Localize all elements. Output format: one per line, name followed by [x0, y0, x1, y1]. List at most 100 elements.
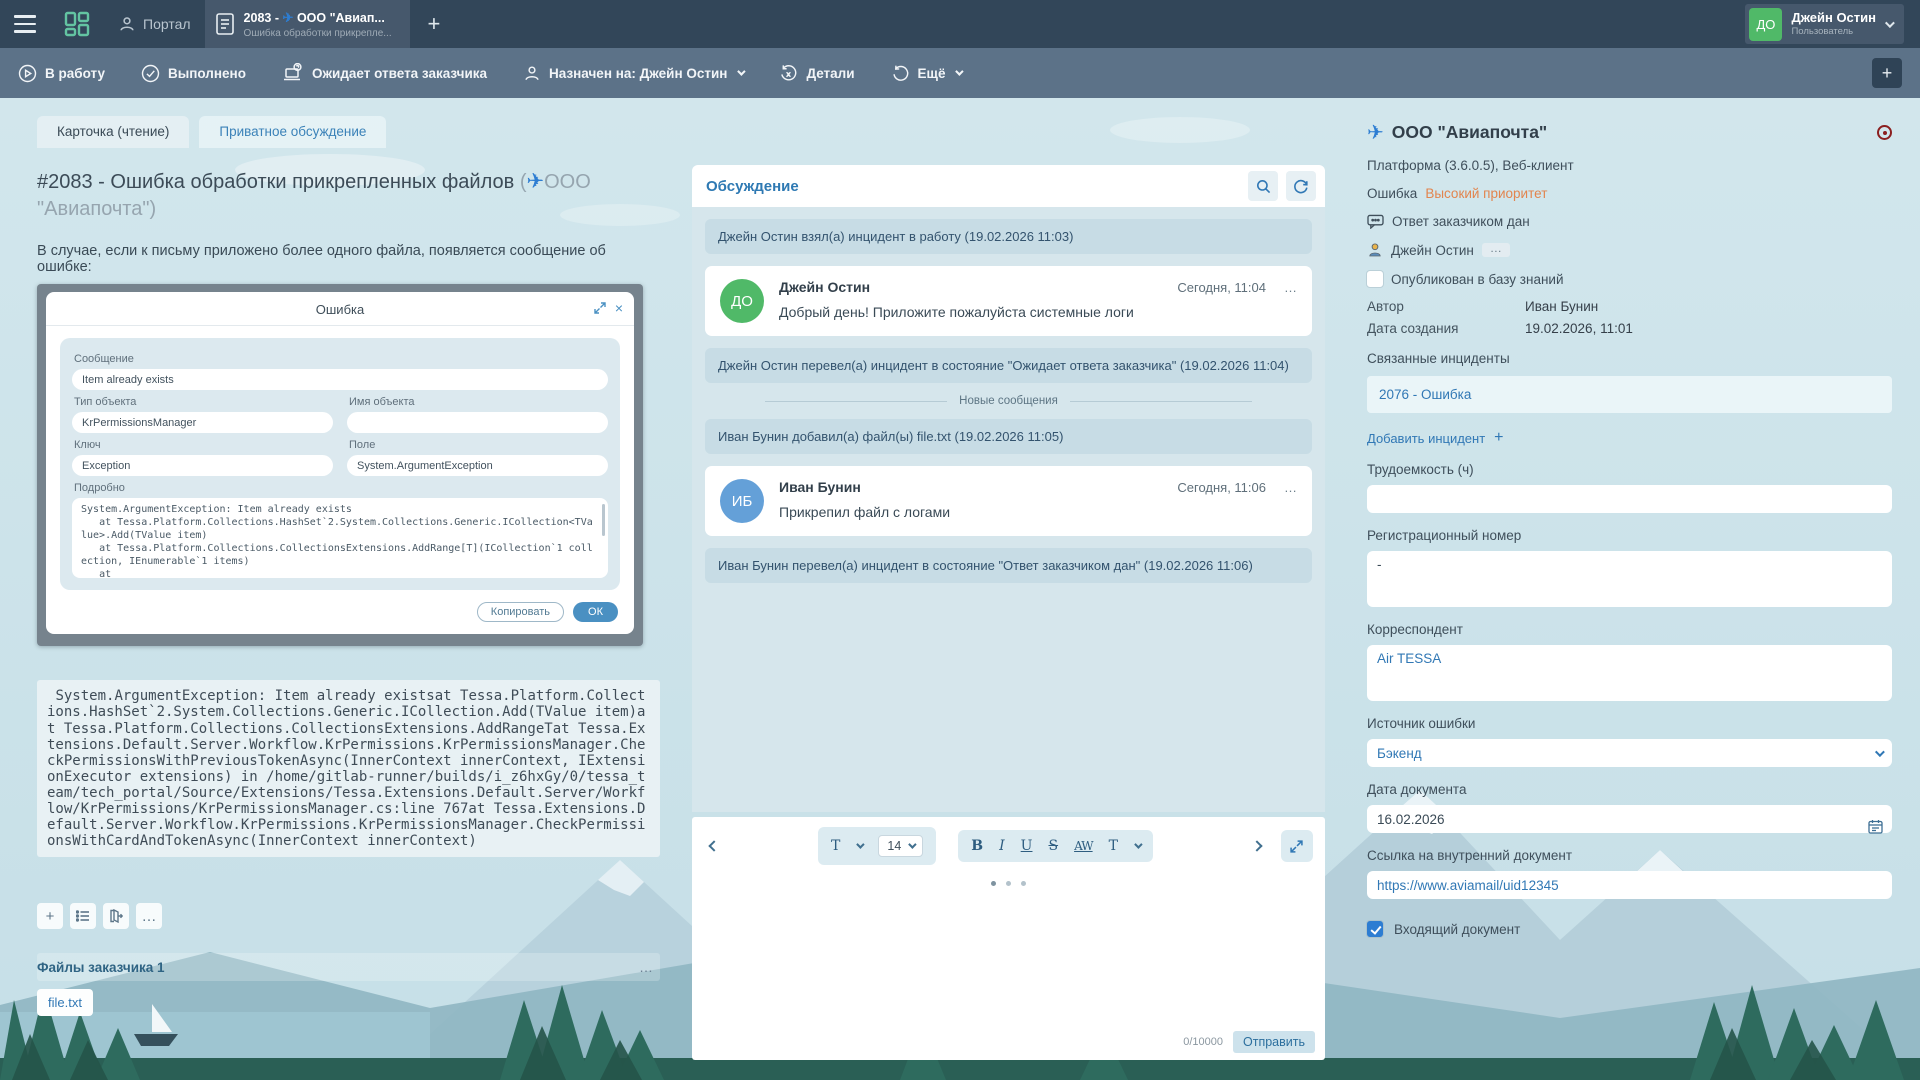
message-menu-button[interactable]: …	[1284, 280, 1297, 295]
scrollbar[interactable]	[602, 504, 605, 536]
linked-incident-link[interactable]: 2076 - Ошибка	[1367, 376, 1892, 413]
done-button[interactable]: Выполнено	[141, 64, 246, 83]
plus-icon: +	[1494, 429, 1503, 447]
doc-date-label: Дата документа	[1367, 782, 1892, 797]
assignee-line: Джейн Остин …	[1367, 242, 1892, 258]
awaiting-customer-button[interactable]: Ожидает ответа заказчика	[282, 63, 487, 83]
error-source-select[interactable]: Бэкенд	[1367, 739, 1892, 767]
more-button[interactable]: Ещё	[891, 64, 962, 83]
correspondent-field[interactable]: Air TESSA	[1367, 645, 1892, 701]
discussion-panel: Обсуждение Джейн Остин взял(а) инцидент …	[692, 165, 1325, 1060]
intro-text: В случае, если к письму приложено более …	[37, 243, 660, 275]
calendar-icon[interactable]	[1868, 819, 1883, 839]
menu-icon[interactable]	[0, 0, 50, 48]
field-field[interactable]	[347, 455, 608, 476]
text-style-button[interactable]: T	[1109, 838, 1118, 854]
object-name-field[interactable]	[347, 412, 608, 433]
action-toolbar: В работу Выполнено Ожидает ответа заказч…	[0, 48, 1920, 98]
user-menu[interactable]: ДО Джейн Остин Пользователь	[1745, 4, 1904, 44]
assignee-more-button[interactable]: …	[1482, 243, 1510, 257]
message-author: Иван Бунин	[779, 479, 1177, 495]
to-work-button[interactable]: В работу	[18, 64, 105, 83]
info-panel: ✈ ООО "Авиапочта" Платформа (3.6.0.5), В…	[1367, 120, 1892, 937]
message-time: Сегодня, 11:06	[1177, 480, 1266, 495]
field-label: Сообщение	[74, 353, 608, 365]
alert-icon[interactable]	[1877, 125, 1892, 140]
regnum-field[interactable]: -	[1367, 551, 1892, 607]
assignee-button[interactable]: Назначен на: Джейн Остин	[523, 64, 743, 83]
details-field[interactable]: System.ArgumentException: Item already e…	[72, 498, 608, 578]
message-menu-button[interactable]: …	[1284, 480, 1297, 495]
font-size-select[interactable]: 14	[878, 835, 923, 857]
person-icon	[1367, 242, 1383, 258]
toolbar-prev-button[interactable]	[704, 837, 724, 855]
export-button[interactable]	[103, 903, 129, 929]
chevron-down-icon[interactable]	[1134, 840, 1142, 848]
top-bar: Портал 2083 - ✈ ООО "Авиап... Ошибка обр…	[0, 0, 1920, 48]
copy-button[interactable]: Копировать	[477, 602, 564, 622]
tab-private-discussion[interactable]: Приватное обсуждение	[199, 116, 386, 148]
ellipsis-button[interactable]: …	[136, 903, 162, 929]
discussion-list[interactable]: Джейн Остин взял(а) инцидент в работу (1…	[692, 207, 1325, 812]
bold-button[interactable]: B	[971, 838, 983, 854]
apps-grid-icon[interactable]	[50, 0, 104, 48]
portal-tab[interactable]: Портал	[104, 0, 205, 48]
new-messages-divider: Новые сообщения	[705, 395, 1312, 407]
field-label: Имя объекта	[349, 396, 608, 408]
error-source-label: Источник ошибки	[1367, 716, 1892, 731]
doc-date-field[interactable]	[1367, 805, 1892, 833]
message-editor: T 14 B I U S AW T	[692, 817, 1325, 1060]
file-item[interactable]: file.txt	[37, 989, 93, 1016]
user-name: Джейн Остин	[1791, 11, 1876, 25]
tab-card-read[interactable]: Карточка (чтение)	[37, 116, 189, 148]
underline-button[interactable]: U	[1021, 838, 1033, 854]
search-button[interactable]	[1248, 171, 1278, 201]
field-label: Поле	[349, 439, 608, 451]
send-button[interactable]: Отправить	[1233, 1031, 1315, 1053]
add-incident-button[interactable]: Добавить инцидент+	[1367, 429, 1892, 447]
incoming-doc-checkbox[interactable]	[1367, 921, 1383, 937]
list-view-button[interactable]	[70, 903, 96, 929]
speech-bubble-icon	[1367, 214, 1384, 229]
strikethrough-button[interactable]: S	[1048, 838, 1058, 854]
card-view-tabs: Карточка (чтение) Приватное обсуждение	[37, 116, 660, 148]
refresh-icon	[1293, 178, 1309, 194]
card-tab-title: 2083 - ✈ ООО "Авиап...	[244, 10, 392, 26]
kb-checkbox[interactable]	[1367, 271, 1383, 287]
message-time: Сегодня, 11:04	[1177, 280, 1266, 295]
toolbar-next-button[interactable]	[1247, 837, 1267, 855]
italic-button[interactable]: I	[999, 838, 1005, 854]
card-tab[interactable]: 2083 - ✈ ООО "Авиап... Ошибка обработки …	[205, 0, 410, 48]
correspondent-label: Корреспондент	[1367, 622, 1892, 637]
expand-icon[interactable]	[594, 302, 606, 314]
object-type-field[interactable]	[72, 412, 333, 433]
files-more-button[interactable]: …	[639, 959, 654, 975]
system-message: Джейн Остин взял(а) инцидент в работу (1…	[705, 219, 1312, 254]
message-field[interactable]	[72, 369, 608, 390]
details-button[interactable]: x Детали	[779, 64, 854, 83]
chevron-down-icon	[908, 840, 916, 848]
highlight-button[interactable]: AW	[1074, 839, 1093, 853]
message-input[interactable]	[704, 881, 1313, 1028]
check-circle-icon	[141, 64, 160, 83]
effort-field[interactable]	[1367, 485, 1892, 513]
close-icon[interactable]: ×	[615, 301, 623, 315]
new-tab-button[interactable]: +	[410, 0, 459, 48]
add-button[interactable]: +	[1872, 58, 1902, 88]
laptop-question-icon	[282, 63, 304, 83]
list-icon	[76, 910, 90, 922]
refresh-button[interactable]	[1286, 171, 1316, 201]
font-style-button[interactable]: T	[831, 838, 840, 854]
expand-editor-button[interactable]	[1281, 830, 1313, 862]
history-icon: x	[779, 64, 798, 83]
ok-button[interactable]: ОК	[573, 602, 618, 622]
internal-link-field[interactable]	[1367, 871, 1892, 899]
export-icon	[109, 909, 123, 923]
chevron-down-icon[interactable]	[857, 840, 865, 848]
key-field[interactable]	[72, 455, 333, 476]
avatar: ДО	[720, 279, 764, 323]
avatar: ИБ	[720, 479, 764, 523]
chevron-down-icon	[956, 67, 964, 75]
plane-icon: ✈	[282, 10, 293, 25]
add-file-button[interactable]: +	[37, 903, 63, 929]
